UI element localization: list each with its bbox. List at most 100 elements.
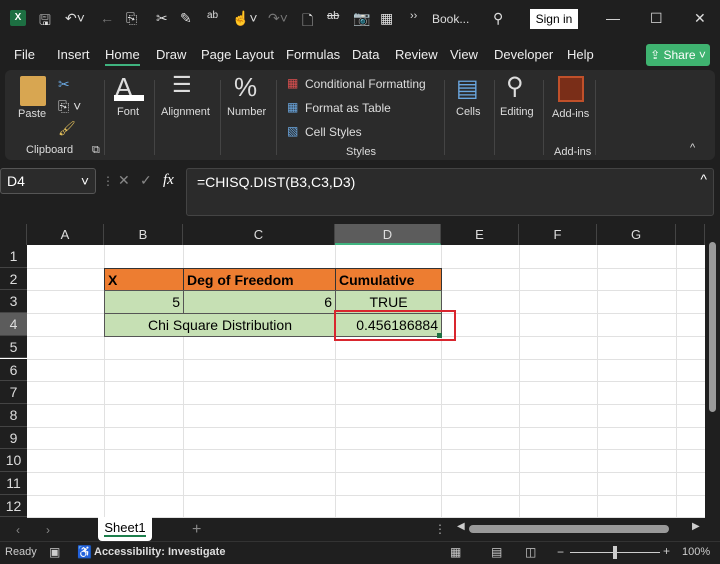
zoom-slider[interactable] [570, 546, 660, 559]
column-header-d[interactable]: D [335, 224, 441, 245]
alignment-icon[interactable]: ☰ [172, 72, 192, 98]
sheet-tab-sheet1[interactable]: Sheet1 [98, 517, 152, 541]
add-ins-icon[interactable] [558, 76, 584, 102]
formula-input[interactable]: =CHISQ.DIST(B3,C3,D3) ^ [186, 168, 714, 216]
copy-icon[interactable]: ⎘ ˅ [58, 98, 81, 115]
tab-review[interactable]: Review [395, 47, 438, 62]
alignment-button[interactable]: Alignment [161, 106, 210, 118]
signature-icon[interactable]: ✎ [180, 10, 192, 27]
spreadsheet-grid[interactable]: A B C D E F G 1 2 3 4 5 6 7 8 9 10 11 12 X Deg of Freedom Cum… [0, 224, 705, 519]
share-button[interactable]: ⇪ Share ˅ [646, 44, 710, 66]
close-icon[interactable]: ✕ [694, 10, 706, 27]
number-button[interactable]: Number [227, 106, 266, 118]
row-header-12[interactable]: 12 [0, 494, 27, 518]
conditional-formatting-button[interactable]: Conditional Formatting [305, 77, 426, 91]
cell-c3[interactable]: 6 [183, 290, 336, 315]
tab-draw[interactable]: Draw [156, 47, 186, 62]
row-header-2[interactable]: 2 [0, 267, 27, 291]
zoom-level[interactable]: 100% [682, 546, 710, 558]
cancel-icon[interactable]: ✕ [118, 172, 130, 189]
column-header-c[interactable]: C [183, 224, 335, 245]
format-as-table-button[interactable]: Format as Table [305, 101, 391, 115]
format-painter-icon[interactable]: 🖌 [58, 120, 76, 137]
paste-icon[interactable] [20, 76, 46, 106]
cell-styles-icon[interactable]: ▧ [287, 124, 298, 138]
select-all-button[interactable] [0, 224, 27, 245]
prev-sheet-icon[interactable]: ‹ [16, 523, 20, 537]
tab-page-layout[interactable]: Page Layout [201, 47, 274, 62]
fill-handle[interactable] [437, 332, 442, 338]
cells-button[interactable]: Cells [456, 106, 480, 118]
row-header-1[interactable]: 1 [0, 245, 27, 268]
cell-b4[interactable]: Chi Square Distribution [104, 313, 336, 337]
enter-icon[interactable]: ✓ [140, 172, 152, 189]
row-header-7[interactable]: 7 [0, 381, 27, 404]
next-sheet-icon[interactable]: › [46, 523, 50, 537]
tab-file[interactable]: File [14, 47, 35, 62]
row-header-10[interactable]: 10 [0, 449, 27, 472]
dialog-launcher-icon[interactable]: ⧉ [92, 144, 100, 157]
accessibility-status[interactable]: Accessibility: Investigate [94, 546, 225, 558]
editing-button[interactable]: Editing [500, 106, 534, 118]
column-header-b[interactable]: B [104, 224, 183, 245]
tab-formulas[interactable]: Formulas [286, 47, 340, 62]
zoom-in-button[interactable]: + [663, 544, 670, 558]
cell-d2[interactable]: Cumulative [335, 267, 442, 292]
add-ins-button[interactable]: Add-ins [552, 108, 589, 120]
save-icon[interactable]: 🖫 [39, 10, 51, 34]
expand-icon[interactable]: ^ [700, 171, 707, 187]
search-icon[interactable]: ⚲ [493, 10, 503, 27]
column-header-f[interactable]: F [519, 224, 597, 245]
macro-record-icon[interactable]: ▣ [49, 545, 60, 559]
insert-function-icon[interactable]: fx [163, 172, 174, 189]
page-layout-view-icon[interactable]: ▤ [491, 545, 502, 559]
tab-developer[interactable]: Developer [494, 47, 553, 62]
row-header-5[interactable]: 5 [0, 335, 27, 359]
row-header-11[interactable]: 11 [0, 472, 27, 495]
touch-icon[interactable]: ☝˅ [232, 10, 258, 27]
row-header-9[interactable]: 9 [0, 426, 27, 450]
cut-icon[interactable]: ✂ [58, 76, 70, 93]
cells-icon[interactable]: ▤ [456, 74, 479, 103]
strikethrough-icon[interactable]: ab [327, 10, 339, 22]
row-header-3[interactable]: 3 [0, 290, 27, 314]
undo-icon[interactable]: ↶˅ [65, 10, 85, 27]
spelling-icon[interactable]: ab [207, 10, 218, 21]
row-header-6[interactable]: 6 [0, 358, 27, 382]
column-header-a[interactable]: A [27, 224, 104, 245]
tab-help[interactable]: Help [567, 47, 594, 62]
row-header-8[interactable]: 8 [0, 403, 27, 427]
font-button[interactable]: Font [117, 106, 139, 118]
tab-view[interactable]: View [450, 47, 478, 62]
maximize-icon[interactable]: ☐ [650, 10, 663, 27]
percent-icon[interactable]: % [234, 72, 257, 103]
column-header-h[interactable] [676, 224, 705, 245]
camera-icon[interactable]: 📷 [353, 10, 370, 27]
horizontal-scrollbar[interactable]: ◀ ▶ [455, 521, 705, 537]
cell-b3[interactable]: 5 [104, 290, 184, 315]
tab-home[interactable]: Home [105, 47, 140, 66]
new-file-icon[interactable]: 🗋 [302, 10, 313, 34]
column-header-g[interactable]: G [597, 224, 676, 245]
minimize-icon[interactable]: — [606, 10, 620, 26]
editing-icon[interactable]: ⚲ [506, 72, 524, 101]
tab-insert[interactable]: Insert [57, 47, 90, 62]
zoom-out-button[interactable]: − [557, 545, 564, 559]
cell-styles-button[interactable]: Cell Styles [305, 125, 362, 139]
format-table-icon[interactable]: ▦ [287, 100, 298, 114]
paste-button[interactable]: Paste [18, 108, 46, 120]
conditional-formatting-icon[interactable]: ▦ [287, 76, 298, 90]
paste-icon[interactable]: ⎘ [126, 10, 137, 27]
cut-icon[interactable]: ✂ [156, 10, 168, 27]
tab-data[interactable]: Data [352, 47, 379, 62]
normal-view-icon[interactable]: ▦ [450, 545, 461, 559]
back-icon[interactable]: ← [100, 10, 114, 26]
form-icon[interactable]: ▦ [380, 10, 393, 27]
page-break-view-icon[interactable]: ◫ [525, 545, 536, 559]
row-header-4[interactable]: 4 [0, 313, 27, 336]
add-sheet-button[interactable]: + [192, 521, 201, 539]
name-box[interactable]: D4 ˅ [0, 168, 96, 194]
cell-c2[interactable]: Deg of Freedom [183, 267, 336, 292]
more-icon[interactable]: ›› [410, 10, 417, 22]
cell-b2[interactable]: X [104, 267, 184, 292]
